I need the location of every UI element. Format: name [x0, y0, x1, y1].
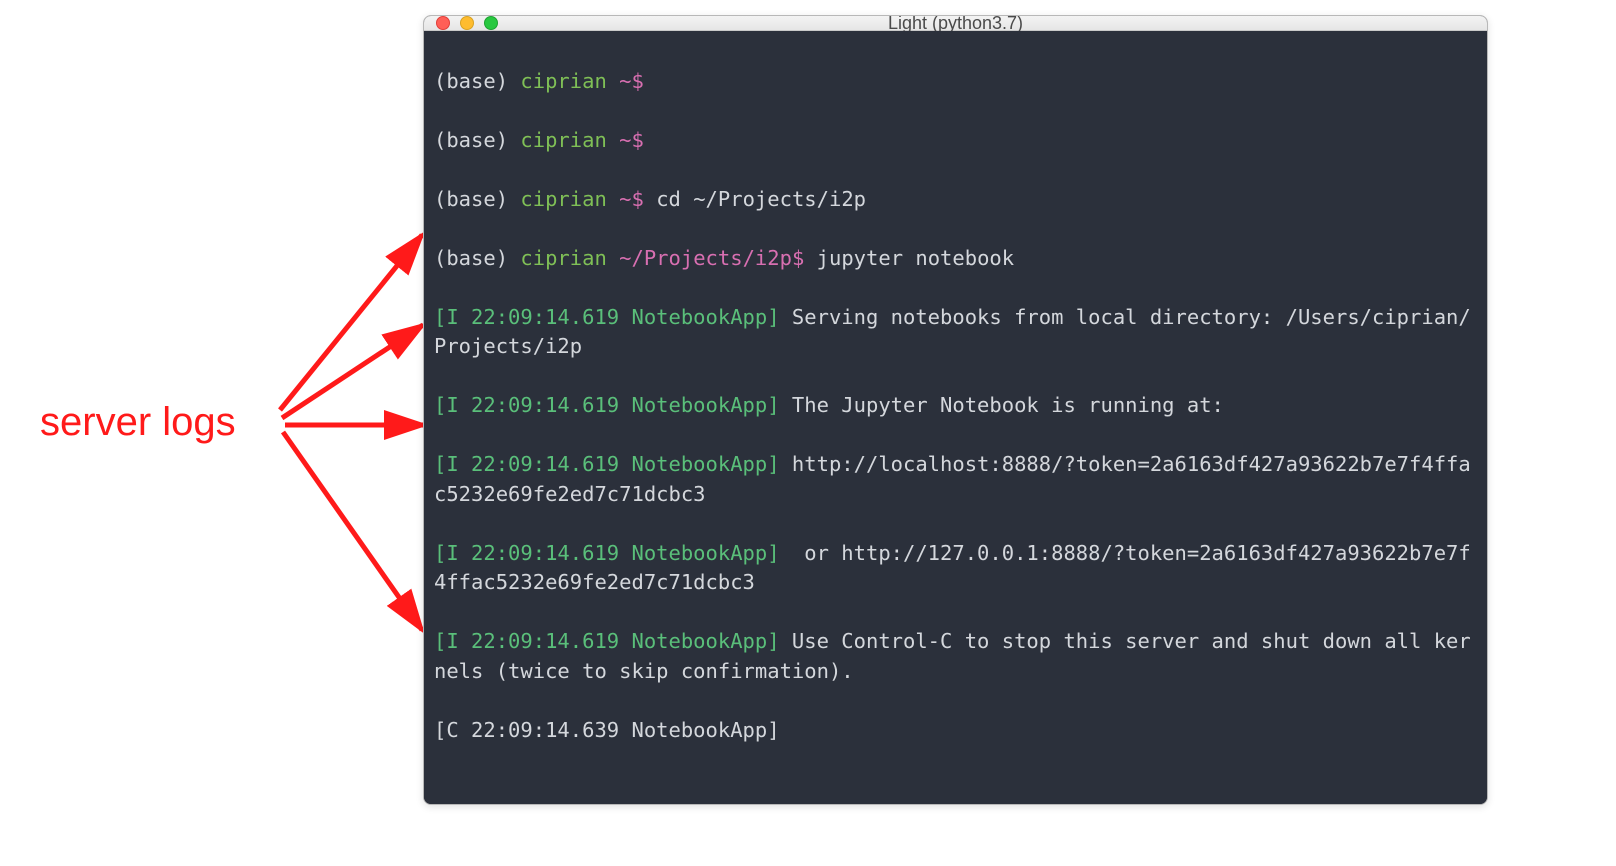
- prompt-user: ciprian: [520, 69, 619, 93]
- close-icon[interactable]: [436, 16, 450, 30]
- prompt-path: ~/Projects/i2p: [619, 246, 792, 270]
- command-text: cd ~/Projects/i2p: [656, 187, 866, 211]
- log-line: [I 22:09:14.619 NotebookApp] or http://1…: [434, 539, 1477, 598]
- prompt-user: ciprian: [520, 128, 619, 152]
- log-line: [I 22:09:14.619 NotebookApp] http://loca…: [434, 450, 1477, 509]
- prompt-user: ciprian: [520, 187, 619, 211]
- minimize-icon[interactable]: [460, 16, 474, 30]
- terminal-window: Light (python3.7) (base) ciprian ~$ (bas…: [423, 15, 1488, 805]
- prompt-line: (base) ciprian ~$: [434, 67, 1477, 97]
- annotation-label: server logs: [40, 400, 236, 445]
- zoom-icon[interactable]: [484, 16, 498, 30]
- log-line: To access the notebook, open this file i…: [434, 804, 1477, 805]
- prompt-line: (base) ciprian ~$: [434, 126, 1477, 156]
- terminal-output[interactable]: (base) ciprian ~$ (base) ciprian ~$ (bas…: [424, 31, 1487, 805]
- log-tag: [I 22:09:14.619 NotebookApp]: [434, 629, 792, 653]
- log-tag: [I 22:09:14.619 NotebookApp]: [434, 541, 792, 565]
- prompt-base: (base): [434, 246, 520, 270]
- prompt-base: (base): [434, 187, 520, 211]
- prompt-dollar: $: [632, 187, 657, 211]
- titlebar[interactable]: Light (python3.7): [424, 16, 1487, 31]
- prompt-dollar: $: [792, 246, 817, 270]
- prompt-path: ~: [619, 128, 631, 152]
- prompt-base: (base): [434, 69, 520, 93]
- prompt-base: (base): [434, 128, 520, 152]
- log-tag: [I 22:09:14.619 NotebookApp]: [434, 452, 792, 476]
- prompt-dollar: $: [632, 128, 657, 152]
- log-line-critical: [C 22:09:14.639 NotebookApp]: [434, 716, 1477, 746]
- prompt-path: ~: [619, 187, 631, 211]
- traffic-lights: [436, 16, 498, 30]
- log-line: [I 22:09:14.619 NotebookApp] Use Control…: [434, 627, 1477, 686]
- log-line: [I 22:09:14.619 NotebookApp] The Jupyter…: [434, 391, 1477, 421]
- command-text: jupyter notebook: [817, 246, 1014, 270]
- log-tag: [I 22:09:14.619 NotebookApp]: [434, 393, 792, 417]
- prompt-user: ciprian: [520, 246, 619, 270]
- log-tag: [I 22:09:14.619 NotebookApp]: [434, 305, 792, 329]
- log-line: [I 22:09:14.619 NotebookApp] Serving not…: [434, 303, 1477, 362]
- prompt-dollar: $: [632, 69, 657, 93]
- prompt-path: ~: [619, 69, 631, 93]
- prompt-line-cd: (base) ciprian ~$ cd ~/Projects/i2p: [434, 185, 1477, 215]
- log-msg: The Jupyter Notebook is running at:: [792, 393, 1224, 417]
- log-tag: [C 22:09:14.639 NotebookApp]: [434, 718, 792, 742]
- prompt-line-jn: (base) ciprian ~/Projects/i2p$ jupyter n…: [434, 244, 1477, 274]
